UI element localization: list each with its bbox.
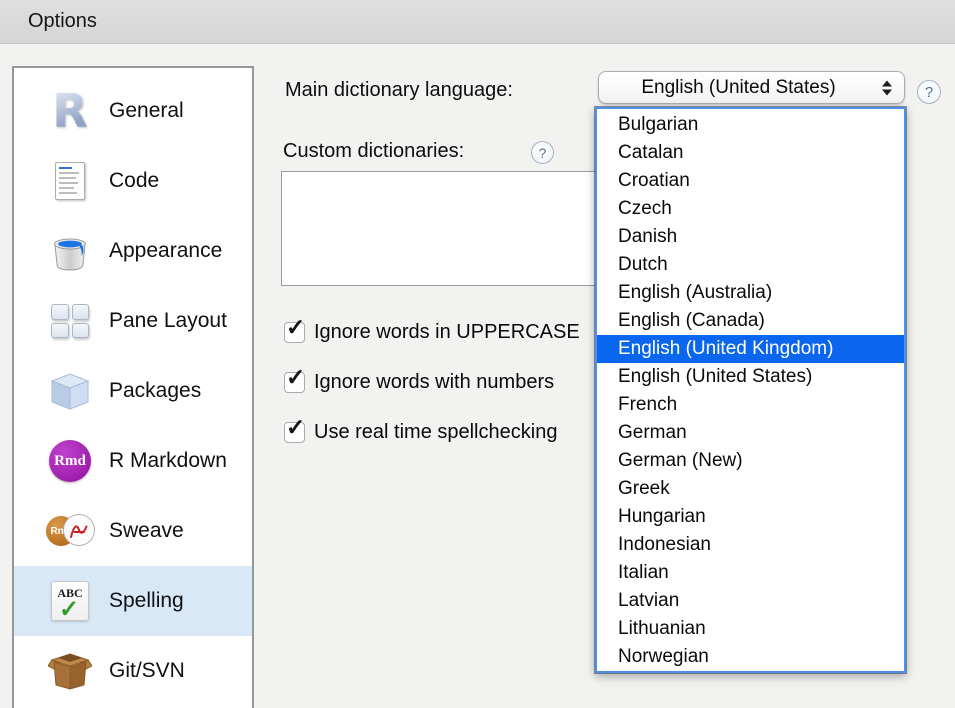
sidebar-item-label: General xyxy=(109,99,184,123)
dropdown-item[interactable]: English (United States) xyxy=(597,363,904,391)
dropdown-item[interactable]: English (Australia) xyxy=(597,279,904,307)
sidebar-item-label: Appearance xyxy=(109,239,222,263)
sidebar: R General Code xyxy=(12,66,254,708)
dropdown-item[interactable]: Latvian xyxy=(597,587,904,615)
sidebar-item-code[interactable]: Code xyxy=(14,146,252,216)
dropdown-item[interactable]: Czech xyxy=(597,195,904,223)
checkbox-label: Use real time spellchecking xyxy=(314,421,557,444)
dropdown-item[interactable]: Lithuanian xyxy=(597,615,904,643)
select-updown-arrows-icon xyxy=(882,80,892,95)
selected-language-value: English (United States) xyxy=(641,77,835,99)
custom-dictionaries-label: Custom dictionaries: xyxy=(283,140,464,163)
dropdown-item-highlighted[interactable]: English (United Kingdom) xyxy=(597,335,904,363)
ignore-numbers-checkbox[interactable]: ✓ xyxy=(284,372,305,393)
checkmark-icon: ✓ xyxy=(286,366,305,389)
title-bar: Options xyxy=(0,0,955,44)
ignore-uppercase-checkbox[interactable]: ✓ xyxy=(284,322,305,343)
sidebar-item-packages[interactable]: Packages xyxy=(14,356,252,426)
dropdown-item[interactable]: Greek xyxy=(597,475,904,503)
options-dialog: Options R General Code xyxy=(0,0,955,708)
window-title: Options xyxy=(28,10,97,33)
sidebar-item-spelling[interactable]: ABC ✓ Spelling xyxy=(14,566,252,636)
dropdown-item[interactable]: German (New) xyxy=(597,447,904,475)
package-cube-icon xyxy=(46,367,94,415)
dropdown-item[interactable]: English (Canada) xyxy=(597,307,904,335)
sidebar-item-r-markdown[interactable]: Rmd R Markdown xyxy=(14,426,252,496)
sidebar-item-label: Git/SVN xyxy=(109,659,185,683)
dropdown-item[interactable]: Italian xyxy=(597,559,904,587)
sidebar-item-label: Pane Layout xyxy=(109,309,227,333)
dropdown-item[interactable]: Bulgarian xyxy=(597,111,904,139)
main-dictionary-language-label: Main dictionary language: xyxy=(285,79,513,102)
cardboard-box-icon xyxy=(46,647,94,695)
sidebar-item-general[interactable]: R General xyxy=(14,76,252,146)
r-logo-icon: R xyxy=(46,87,94,135)
sidebar-item-sweave[interactable]: Rnw Sweave xyxy=(14,496,252,566)
abc-check-icon: ABC ✓ xyxy=(46,577,94,625)
sidebar-item-appearance[interactable]: Appearance xyxy=(14,216,252,286)
realtime-spellcheck-checkbox[interactable]: ✓ xyxy=(284,422,305,443)
dropdown-item[interactable]: Indonesian xyxy=(597,531,904,559)
rmd-badge-icon: Rmd xyxy=(46,437,94,485)
sidebar-item-label: Packages xyxy=(109,379,201,403)
dropdown-item[interactable]: Norwegian xyxy=(597,643,904,671)
dropdown-item[interactable]: German xyxy=(597,419,904,447)
dropdown-item[interactable]: Catalan xyxy=(597,139,904,167)
dropdown-item[interactable]: French xyxy=(597,391,904,419)
checkmark-icon: ✓ xyxy=(286,316,305,339)
dropdown-item[interactable]: Croatian xyxy=(597,167,904,195)
paint-bucket-icon xyxy=(46,227,94,275)
custom-dictionaries-help-icon[interactable]: ? xyxy=(531,141,554,164)
rnw-pdf-icon: Rnw xyxy=(46,507,94,555)
sidebar-item-label: Sweave xyxy=(109,519,184,543)
language-dropdown-menu: Bulgarian Catalan Croatian Czech Danish … xyxy=(595,107,906,673)
sidebar-item-label: Spelling xyxy=(109,589,184,613)
checkbox-label: Ignore words in UPPERCASE xyxy=(314,321,580,344)
dropdown-item[interactable]: Hungarian xyxy=(597,503,904,531)
checkbox-row-uppercase: ✓ Ignore words in UPPERCASE xyxy=(284,319,580,345)
checkbox-row-realtime: ✓ Use real time spellchecking xyxy=(284,419,557,445)
sidebar-item-git-svn[interactable]: Git/SVN xyxy=(14,636,252,706)
dictionary-help-icon[interactable]: ? xyxy=(917,80,941,104)
checkbox-label: Ignore words with numbers xyxy=(314,371,554,394)
sidebar-item-pane-layout[interactable]: Pane Layout xyxy=(14,286,252,356)
code-document-icon xyxy=(46,157,94,205)
main-dictionary-select[interactable]: English (United States) xyxy=(598,71,905,104)
checkbox-row-numbers: ✓ Ignore words with numbers xyxy=(284,369,554,395)
dropdown-item[interactable]: Dutch xyxy=(597,251,904,279)
sidebar-item-label: Code xyxy=(109,169,159,193)
sidebar-item-label: R Markdown xyxy=(109,449,227,473)
checkmark-icon: ✓ xyxy=(286,416,305,439)
pane-grid-icon xyxy=(46,297,94,345)
dropdown-item[interactable]: Danish xyxy=(597,223,904,251)
